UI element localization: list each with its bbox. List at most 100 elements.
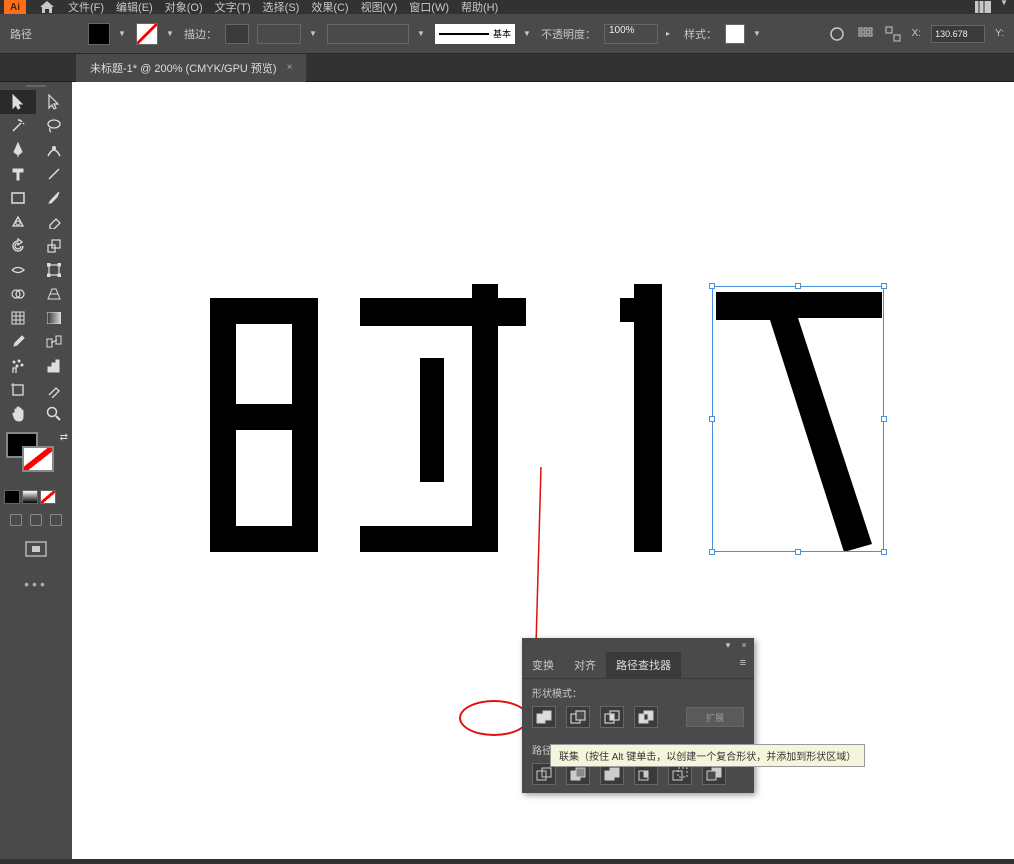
draw-modes — [0, 508, 72, 532]
eraser-tool[interactable] — [36, 210, 72, 234]
magic-wand-tool[interactable] — [0, 114, 36, 138]
opacity-dropdown[interactable]: ▸ — [666, 29, 676, 38]
selection-handle-tr[interactable] — [881, 283, 887, 289]
tooltip: 联集（按住 Alt 键单击，以创建一个复合形状，并添加到形状区域） — [550, 744, 865, 767]
stroke-weight-input[interactable] — [225, 24, 249, 44]
pathfinder-panel: ▾ × 变换 对齐 路径查找器 ≡ 形状模式： 扩展 路径查找器： — [522, 638, 754, 793]
curvature-tool[interactable] — [36, 138, 72, 162]
mesh-tool[interactable] — [0, 306, 36, 330]
panel-menu-icon[interactable]: ≡ — [732, 652, 754, 678]
tab-close-icon[interactable]: × — [287, 62, 293, 73]
tab-align[interactable]: 对齐 — [564, 652, 606, 678]
menu-object[interactable]: 对象(O) — [165, 0, 203, 15]
color-picker: ⇄ — [0, 430, 72, 486]
menu-effect[interactable]: 效果(C) — [311, 0, 348, 15]
style-dropdown[interactable]: ▼ — [753, 29, 763, 38]
background-color[interactable] — [22, 446, 54, 472]
transform-icon[interactable] — [884, 25, 902, 43]
fill-swatch[interactable] — [88, 23, 110, 45]
arrange-dropdown[interactable]: ▼ — [1000, 0, 1010, 16]
brush-dropdown[interactable]: ▼ — [417, 29, 427, 38]
graphic-style-swatch[interactable] — [725, 24, 745, 44]
selection-handle-ml[interactable] — [709, 416, 715, 422]
scale-tool[interactable] — [36, 234, 72, 258]
menu-type[interactable]: 文字(T) — [215, 0, 251, 15]
x-value[interactable]: 130.678 — [931, 25, 985, 43]
menu-view[interactable]: 视图(V) — [361, 0, 398, 15]
minus-front-button[interactable] — [566, 706, 590, 728]
artboard-tool[interactable] — [0, 378, 36, 402]
panel-minimize-icon[interactable]: ▾ — [722, 640, 734, 650]
free-transform-tool[interactable] — [36, 258, 72, 282]
type-tool[interactable] — [0, 162, 36, 186]
draw-inside[interactable] — [50, 514, 62, 526]
paintbrush-tool[interactable] — [36, 186, 72, 210]
selection-handle-br[interactable] — [881, 549, 887, 555]
panel-close-icon[interactable]: × — [738, 640, 750, 650]
selection-tool[interactable] — [0, 90, 36, 114]
tab-transform[interactable]: 变换 — [522, 652, 564, 678]
gradient-tool[interactable] — [36, 306, 72, 330]
menu-edit[interactable]: 编辑(E) — [116, 0, 153, 15]
menu-window[interactable]: 窗口(W) — [409, 0, 449, 15]
expand-button[interactable]: 扩展 — [686, 707, 744, 727]
selection-handle-mr[interactable] — [881, 416, 887, 422]
menu-right: ▼ — [974, 0, 1010, 16]
x-label: X: — [912, 28, 921, 39]
exclude-button[interactable] — [634, 706, 658, 728]
column-graph-tool[interactable] — [36, 354, 72, 378]
align-icon[interactable] — [856, 25, 874, 43]
selection-handle-bl[interactable] — [709, 549, 715, 555]
canvas[interactable]: ▾ × 变换 对齐 路径查找器 ≡ 形状模式： 扩展 路径查找器： 联集（按住 … — [72, 82, 1014, 859]
tab-pathfinder[interactable]: 路径查找器 — [606, 652, 681, 678]
swap-colors-icon[interactable]: ⇄ — [60, 432, 68, 443]
stroke-style-select[interactable]: 基本 — [435, 24, 515, 44]
mini-swatch-color[interactable] — [4, 490, 20, 504]
rectangle-tool[interactable] — [0, 186, 36, 210]
selection-handle-bm[interactable] — [795, 549, 801, 555]
screen-mode-icon[interactable] — [0, 532, 72, 566]
draw-normal[interactable] — [10, 514, 22, 526]
edit-toolbar-icon[interactable]: ••• — [0, 566, 72, 602]
shaper-tool[interactable] — [0, 210, 36, 234]
opacity-input[interactable]: 100% — [604, 24, 658, 44]
menu-file[interactable]: 文件(F) — [68, 0, 104, 15]
selection-handle-tl[interactable] — [709, 283, 715, 289]
stroke-profile-dropdown[interactable]: ▼ — [309, 29, 319, 38]
selection-handle-tm[interactable] — [795, 283, 801, 289]
unite-button[interactable] — [532, 706, 556, 728]
symbol-sprayer-tool[interactable] — [0, 354, 36, 378]
blend-tool[interactable] — [36, 330, 72, 354]
eyedropper-tool[interactable] — [0, 330, 36, 354]
menu-help[interactable]: 帮助(H) — [461, 0, 498, 15]
fill-dropdown[interactable]: ▼ — [118, 29, 128, 38]
intersect-button[interactable] — [600, 706, 624, 728]
stroke-style-dropdown[interactable]: ▼ — [523, 29, 533, 38]
document-tab[interactable]: 未标题-1* @ 200% (CMYK/GPU 预览) × — [76, 54, 306, 82]
mini-swatch-gradient[interactable] — [22, 490, 38, 504]
rotate-tool[interactable] — [0, 234, 36, 258]
hand-tool[interactable] — [0, 402, 36, 426]
recolor-icon[interactable] — [828, 25, 846, 43]
mini-swatch-none[interactable] — [40, 490, 56, 504]
stroke-dropdown[interactable]: ▼ — [166, 29, 176, 38]
shape-builder-tool[interactable] — [0, 282, 36, 306]
zoom-tool[interactable] — [36, 402, 72, 426]
object-type-label: 路径 — [10, 26, 32, 42]
lasso-tool[interactable] — [36, 114, 72, 138]
width-tool[interactable] — [0, 258, 36, 282]
menu-select[interactable]: 选择(S) — [263, 0, 300, 15]
line-tool[interactable] — [36, 162, 72, 186]
home-icon[interactable] — [38, 0, 56, 14]
menu-items: 文件(F) 编辑(E) 对象(O) 文字(T) 选择(S) 效果(C) 视图(V… — [68, 0, 498, 15]
pen-tool[interactable] — [0, 138, 36, 162]
slice-tool[interactable] — [36, 378, 72, 402]
direct-selection-tool[interactable] — [36, 90, 72, 114]
arrange-icon[interactable] — [974, 0, 992, 16]
perspective-tool[interactable] — [36, 282, 72, 306]
stroke-swatch[interactable] — [136, 23, 158, 45]
brush-def[interactable] — [327, 24, 409, 44]
draw-behind[interactable] — [30, 514, 42, 526]
stroke-profile[interactable] — [257, 24, 301, 44]
tool-grip[interactable] — [0, 82, 72, 90]
